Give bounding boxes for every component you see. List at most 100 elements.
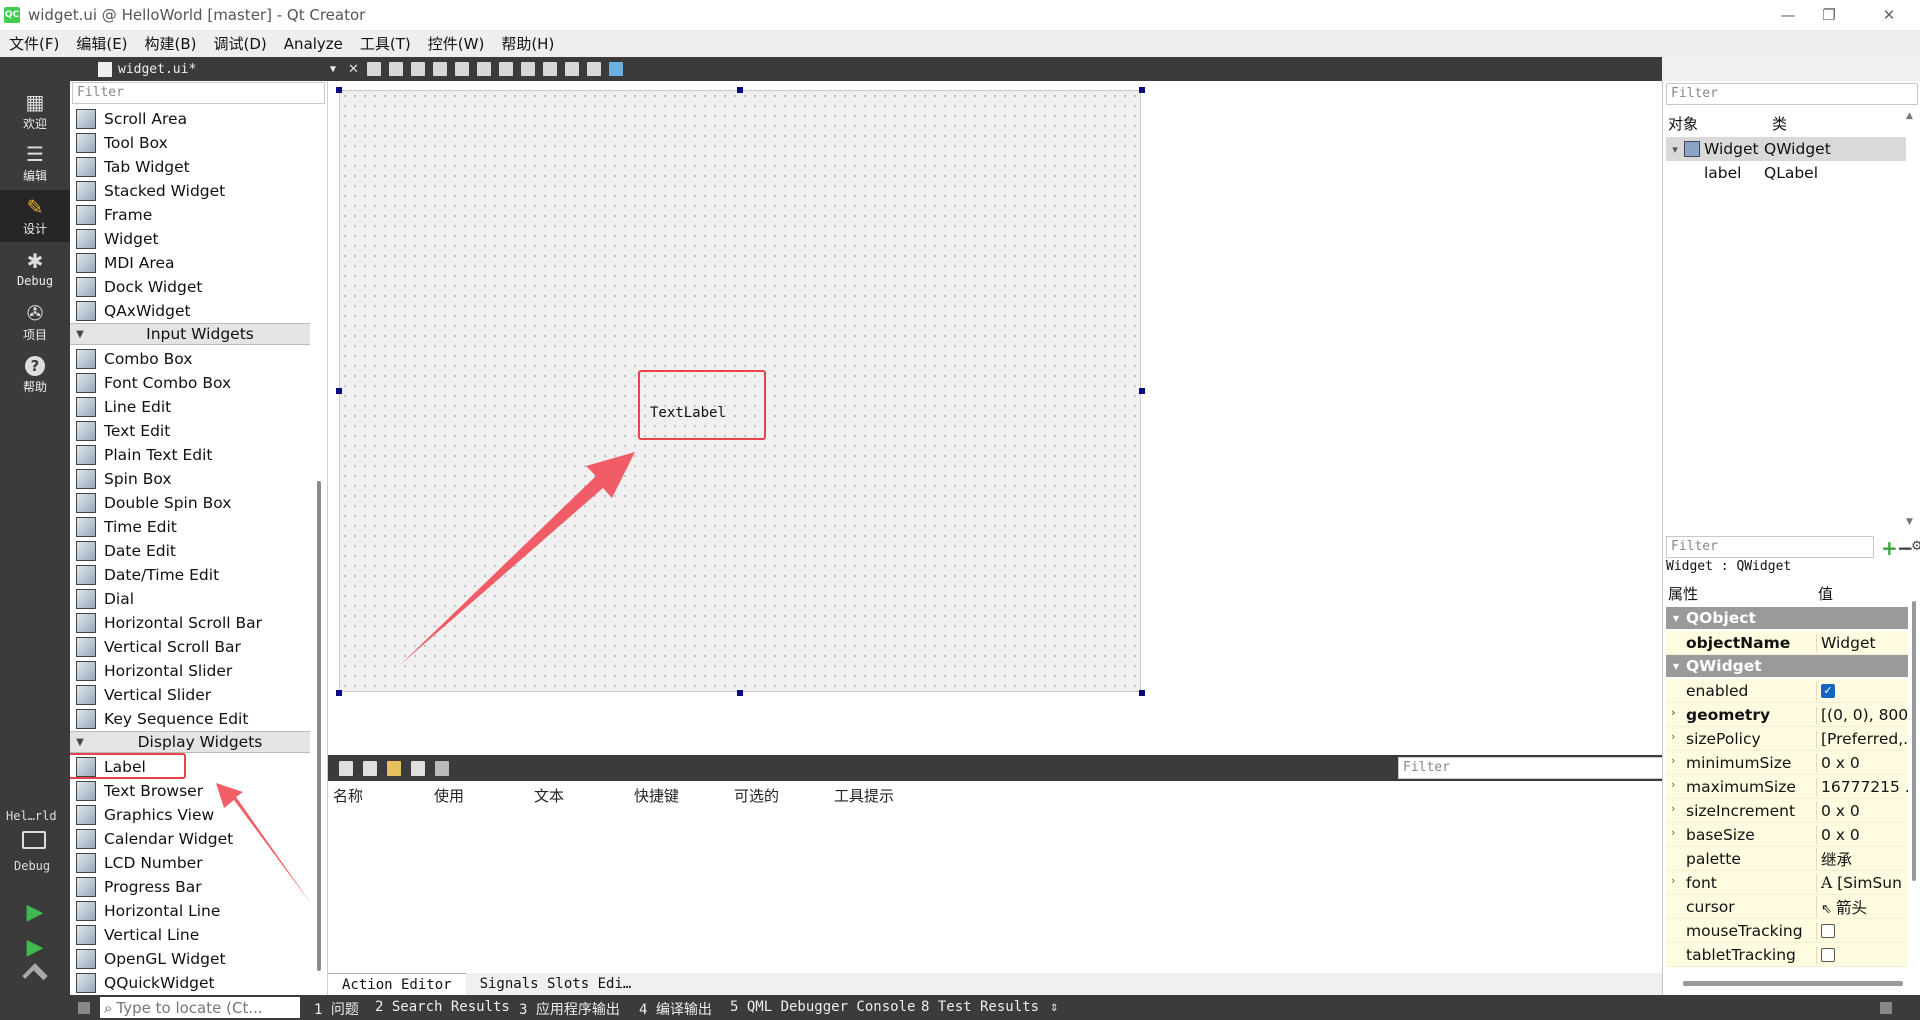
tab-signals-slots[interactable]: Signals Slots Edi… bbox=[466, 973, 646, 995]
property-row[interactable]: › sizeIncrement 0 x 0 bbox=[1666, 799, 1908, 823]
property-value[interactable]: ⇖ 箭头 bbox=[1816, 895, 1908, 918]
widget-item-horizontal-slider[interactable]: Horizontal Slider bbox=[74, 659, 310, 683]
property-row[interactable]: objectName Widget bbox=[1666, 631, 1908, 655]
menu-analyze[interactable]: Analyze bbox=[275, 35, 351, 53]
edit-signals-icon[interactable] bbox=[388, 62, 403, 76]
object-inspector-filter[interactable]: Filter bbox=[1666, 83, 1918, 105]
category-display-widgets[interactable]: ▼ Display Widgets bbox=[70, 731, 310, 753]
property-vscrollbar[interactable] bbox=[1912, 601, 1916, 881]
mode-welcome[interactable]: ▦ 欢迎 bbox=[0, 85, 70, 137]
widget-item-combo-box[interactable]: Combo Box bbox=[74, 347, 310, 371]
widget-item-qquickwidget[interactable]: QQuickWidget bbox=[74, 971, 310, 995]
resize-handle[interactable] bbox=[737, 87, 743, 93]
widget-item-line-edit[interactable]: Line Edit bbox=[74, 395, 310, 419]
widget-item-stacked-widget[interactable]: Stacked Widget bbox=[74, 179, 310, 203]
property-row[interactable]: › minimumSize 0 x 0 bbox=[1666, 751, 1908, 775]
widget-item-vertical-slider[interactable]: Vertical Slider bbox=[74, 683, 310, 707]
checkbox[interactable] bbox=[1821, 948, 1835, 962]
output-pane-app-output[interactable]: 3 应用程序输出 bbox=[519, 999, 620, 1019]
menu-build[interactable]: 构建(B) bbox=[136, 33, 205, 54]
chevron-right-icon[interactable]: › bbox=[1671, 802, 1675, 815]
property-row[interactable]: › sizePolicy [Preferred,... bbox=[1666, 727, 1908, 751]
chevron-right-icon[interactable]: › bbox=[1671, 778, 1675, 791]
widget-item-spin-box[interactable]: Spin Box bbox=[74, 467, 310, 491]
configure-icon[interactable]: ⚙ bbox=[1911, 539, 1920, 554]
menu-file[interactable]: 文件(F) bbox=[0, 33, 67, 54]
property-row[interactable]: › font A [SimSun bbox=[1666, 871, 1908, 895]
property-row[interactable]: cursor ⇖ 箭头 bbox=[1666, 895, 1908, 919]
mode-help[interactable]: ? 帮助 bbox=[0, 349, 70, 401]
property-value[interactable]: A [SimSun bbox=[1816, 873, 1908, 892]
checkbox[interactable]: ✓ bbox=[1821, 684, 1835, 698]
column-header[interactable]: 属性 bbox=[1668, 583, 1698, 604]
property-value[interactable]: 0 x 0 bbox=[1816, 753, 1908, 772]
resize-handle[interactable] bbox=[1139, 690, 1145, 696]
property-row[interactable]: › maximumSize 16777215 ... bbox=[1666, 775, 1908, 799]
property-row[interactable]: mouseTracking bbox=[1666, 919, 1908, 943]
resize-handle[interactable] bbox=[1139, 87, 1145, 93]
widget-item-horizontal-scroll-bar[interactable]: Horizontal Scroll Bar bbox=[74, 611, 310, 635]
widget-item-opengl-widget[interactable]: OpenGL Widget bbox=[74, 947, 310, 971]
widget-item-horizontal-line[interactable]: Horizontal Line bbox=[74, 899, 310, 923]
column-header[interactable]: 值 bbox=[1818, 583, 1833, 604]
minimize-button[interactable]: — bbox=[1765, 0, 1811, 30]
widget-item-key-sequence-edit[interactable]: Key Sequence Edit bbox=[74, 707, 310, 731]
menu-widgets[interactable]: 控件(W) bbox=[419, 33, 493, 54]
widget-item-vertical-scroll-bar[interactable]: Vertical Scroll Bar bbox=[74, 635, 310, 659]
property-value[interactable]: ✓ bbox=[1816, 681, 1908, 700]
tree-row-label[interactable]: label QLabel bbox=[1666, 161, 1906, 185]
debug-run-button[interactable]: ▶ bbox=[22, 934, 48, 960]
copy-action-icon[interactable] bbox=[363, 761, 377, 776]
widget-item-plain-text-edit[interactable]: Plain Text Edit bbox=[74, 443, 310, 467]
widget-item-vertical-line[interactable]: Vertical Line bbox=[74, 923, 310, 947]
output-pane-test-results[interactable]: 8 Test Results bbox=[921, 999, 1039, 1015]
layout-splitter-h-icon[interactable] bbox=[498, 62, 513, 76]
widget-item-double-spin-box[interactable]: Double Spin Box bbox=[74, 491, 310, 515]
column-header[interactable]: 名称 bbox=[333, 785, 363, 806]
property-value[interactable]: 16777215 ... bbox=[1816, 777, 1908, 796]
property-value[interactable]: Widget bbox=[1816, 633, 1908, 652]
chevron-right-icon[interactable]: › bbox=[1671, 874, 1675, 887]
widget-item-scroll-area[interactable]: Scroll Area bbox=[74, 107, 310, 131]
property-value[interactable]: [(0, 0), 800 ... bbox=[1816, 705, 1908, 724]
locator-input[interactable]: ⌕ Type to locate (Ct... bbox=[100, 997, 300, 1018]
widget-box-scrollbar[interactable] bbox=[317, 481, 321, 971]
mode-edit[interactable]: ☰ 编辑 bbox=[0, 137, 70, 189]
toggle-sidebar-icon[interactable] bbox=[78, 1002, 90, 1014]
menu-help[interactable]: 帮助(H) bbox=[492, 33, 562, 54]
widget-box-filter[interactable]: Filter bbox=[72, 82, 325, 104]
tree-row-widget[interactable]: ▾ Widget QWidget bbox=[1666, 137, 1906, 161]
widget-item-mdi-area[interactable]: MDI Area bbox=[74, 251, 310, 275]
property-hscrollbar[interactable] bbox=[1683, 981, 1903, 986]
output-pane-qml-debugger[interactable]: 5 QML Debugger Console bbox=[730, 999, 915, 1015]
layout-grid-icon[interactable] bbox=[542, 62, 557, 76]
column-header[interactable]: 文本 bbox=[534, 785, 564, 806]
output-pane-issues[interactable]: 1 问题 bbox=[314, 999, 359, 1019]
widget-item-calendar-widget[interactable]: Calendar Widget bbox=[74, 827, 310, 851]
menu-tools[interactable]: 工具(T) bbox=[351, 33, 419, 54]
add-property-icon[interactable]: + bbox=[1881, 536, 1898, 560]
output-pane-compile[interactable]: 4 编译输出 bbox=[639, 999, 712, 1019]
property-group[interactable]: ▾ QWidget bbox=[1666, 655, 1908, 677]
widget-item-qaxwidget[interactable]: QAxWidget bbox=[74, 299, 310, 323]
menu-edit[interactable]: 编辑(E) bbox=[67, 33, 135, 54]
property-value[interactable]: [Preferred,... bbox=[1816, 729, 1908, 748]
checkbox[interactable] bbox=[1821, 924, 1835, 938]
property-value[interactable] bbox=[1816, 945, 1908, 964]
mode-projects[interactable]: ✇ 项目 bbox=[0, 296, 70, 348]
output-pane-search[interactable]: 2 Search Results bbox=[375, 999, 510, 1015]
widget-item-time-edit[interactable]: Time Edit bbox=[74, 515, 310, 539]
widget-item-tab-widget[interactable]: Tab Widget bbox=[74, 155, 310, 179]
resize-handle[interactable] bbox=[336, 87, 342, 93]
property-value[interactable]: 继承 bbox=[1816, 847, 1908, 870]
run-button[interactable]: ▶ bbox=[22, 899, 48, 925]
widget-item-text-browser[interactable]: Text Browser bbox=[74, 779, 310, 803]
adjust-size-icon[interactable] bbox=[608, 62, 623, 76]
layout-form-icon[interactable] bbox=[564, 62, 579, 76]
resize-handle[interactable] bbox=[336, 388, 342, 394]
close-button[interactable]: ✕ bbox=[1866, 0, 1912, 30]
maximize-button[interactable]: ❐ bbox=[1806, 0, 1852, 30]
chevron-right-icon[interactable]: › bbox=[1671, 730, 1675, 743]
column-header[interactable]: 使用 bbox=[434, 785, 464, 806]
property-value[interactable] bbox=[1816, 921, 1908, 940]
